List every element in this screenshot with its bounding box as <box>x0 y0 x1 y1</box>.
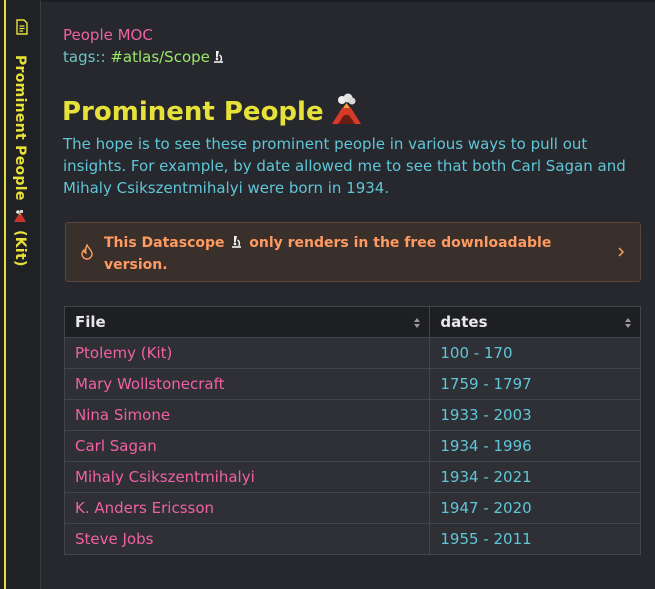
volcano-icon <box>14 209 26 222</box>
tab-title-suffix: (Kit) <box>12 230 28 267</box>
column-header-dates-label: dates <box>440 313 488 331</box>
vertical-tab-sidebar[interactable]: Prominent People (Kit) <box>0 0 41 589</box>
dates-cell: 1934 - 1996 <box>429 430 641 462</box>
file-link[interactable]: K. Anders Ericsson <box>63 492 431 524</box>
datascope-callout[interactable]: This Datascope only renders in the free … <box>65 222 641 282</box>
note-pane: People MOC tags:: #atlas/Scope Prominent… <box>41 0 655 589</box>
chevron-right-icon[interactable] <box>616 245 626 259</box>
people-table: File dates Ptolemy (Kit) 100 - 170 Mary W… <box>63 306 641 555</box>
file-link[interactable]: Nina Simone <box>63 399 431 431</box>
table-row: K. Anders Ericsson 1947 - 2020 <box>63 492 641 524</box>
file-link[interactable]: Mihaly Csikszentmihalyi <box>63 461 431 493</box>
tags-label: tags:: <box>63 48 106 66</box>
tag-link[interactable]: #atlas/Scope <box>110 48 210 66</box>
column-header-dates[interactable]: dates <box>429 306 641 338</box>
app-window: Prominent People (Kit) People MOC tags::… <box>0 0 655 589</box>
dates-cell: 1759 - 1797 <box>429 368 641 400</box>
document-icon <box>16 19 28 35</box>
table-row: Mary Wollstonecraft 1759 - 1797 <box>63 368 641 400</box>
tags-property: tags:: #atlas/Scope <box>63 48 226 66</box>
dates-cell: 1934 - 2021 <box>429 461 641 493</box>
file-link[interactable]: Steve Jobs <box>63 523 431 555</box>
dates-cell: 1947 - 2020 <box>429 492 641 524</box>
flame-icon <box>81 244 93 260</box>
table-header-row: File dates <box>63 306 641 338</box>
dates-cell: 100 - 170 <box>429 337 641 369</box>
file-link[interactable]: Mary Wollstonecraft <box>63 368 431 400</box>
file-link[interactable]: Ptolemy (Kit) <box>63 337 431 369</box>
table-row: Nina Simone 1933 - 2003 <box>63 399 641 431</box>
sort-icon[interactable] <box>413 317 421 329</box>
dates-cell: 1955 - 2011 <box>429 523 641 555</box>
callout-text-before: This Datascope <box>104 235 225 251</box>
volcano-icon <box>331 93 361 124</box>
vertical-tab-title[interactable]: Prominent People (Kit) <box>12 55 28 267</box>
page-heading: Prominent People <box>62 93 363 127</box>
dates-cell: 1933 - 2003 <box>429 399 641 431</box>
microscope-icon <box>232 236 242 248</box>
microscope-icon <box>213 51 223 63</box>
note-link-title[interactable]: People MOC <box>63 26 153 44</box>
pane-top-edge <box>41 0 655 2</box>
callout-text: This Datascope only renders in the free … <box>104 232 594 276</box>
table-row: Mihaly Csikszentmihalyi 1934 - 2021 <box>63 461 641 493</box>
sort-icon[interactable] <box>624 317 632 329</box>
table-row: Carl Sagan 1934 - 1996 <box>63 430 641 462</box>
table-row: Ptolemy (Kit) 100 - 170 <box>63 337 641 369</box>
intro-paragraph: The hope is to see these prominent peopl… <box>63 135 626 197</box>
file-link[interactable]: Carl Sagan <box>63 430 431 462</box>
heading-text: Prominent People <box>62 97 324 127</box>
table-row: Steve Jobs 1955 - 2011 <box>63 523 641 555</box>
column-header-file-label: File <box>75 313 106 331</box>
tab-title-text: Prominent People <box>12 55 28 201</box>
column-header-file[interactable]: File <box>63 306 431 338</box>
active-tab-accent <box>4 0 6 589</box>
